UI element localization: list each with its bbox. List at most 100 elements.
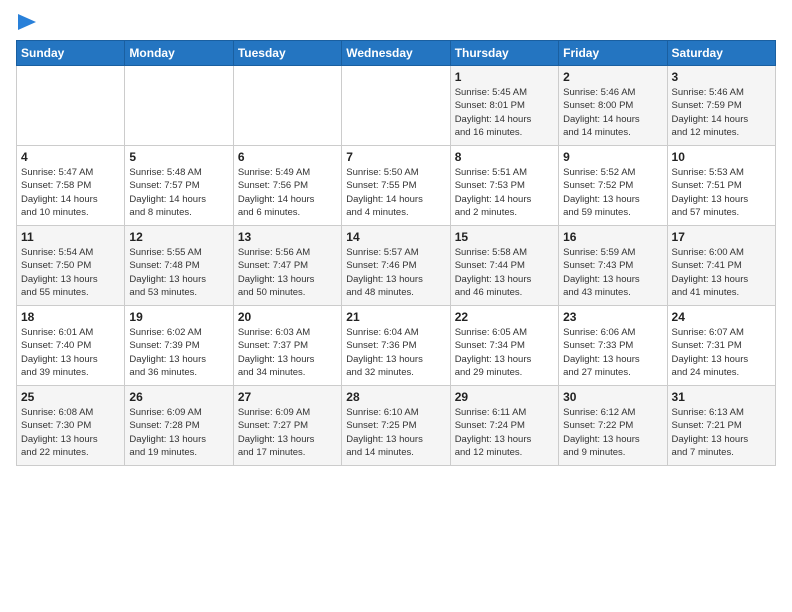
week-row-4: 25Sunrise: 6:08 AMSunset: 7:30 PMDayligh… — [17, 386, 776, 466]
day-info: Sunrise: 6:04 AMSunset: 7:36 PMDaylight:… — [346, 326, 445, 379]
calendar-cell: 28Sunrise: 6:10 AMSunset: 7:25 PMDayligh… — [342, 386, 450, 466]
day-info-line: Sunset: 7:22 PM — [563, 419, 662, 432]
calendar-cell: 19 Sunrise: 6:02 AMSunset: 7:39 PMDayligh… — [125, 306, 233, 386]
day-number: 22 — [455, 310, 554, 324]
day-number: 30 — [563, 390, 662, 404]
calendar-cell — [233, 66, 341, 146]
day-info-line: Sunrise: 6:10 AM — [346, 406, 445, 419]
calendar-cell — [125, 66, 233, 146]
calendar-cell: 26Sunrise: 6:09 AMSunset: 7:28 PMDayligh… — [125, 386, 233, 466]
calendar-cell: 6Sunrise: 5:49 AMSunset: 7:56 PMDaylight… — [233, 146, 341, 226]
day-number: 14 — [346, 230, 445, 244]
day-info: Sunrise: 5:54 AMSunset: 7:50 PMDaylight:… — [21, 246, 120, 299]
day-info-line: Sunrise: 6:01 AM — [21, 326, 120, 339]
day-info: Sunrise: 5:50 AMSunset: 7:55 PMDaylight:… — [346, 166, 445, 219]
day-info-line: Daylight: 13 hours — [346, 273, 445, 286]
day-info-line: and 22 minutes. — [21, 446, 120, 459]
weekday-header-thursday: Thursday — [450, 41, 558, 66]
day-info-line: Sunrise: 6:07 AM — [672, 326, 771, 339]
day-info: Sunrise: 6:12 AMSunset: 7:22 PMDaylight:… — [563, 406, 662, 459]
calendar-header: SundayMondayTuesdayWednesdayThursdayFrid… — [17, 41, 776, 66]
day-number: 29 — [455, 390, 554, 404]
day-info: Sunrise: 6:11 AMSunset: 7:24 PMDaylight:… — [455, 406, 554, 459]
calendar-cell: 17Sunrise: 6:00 AMSunset: 7:41 PMDayligh… — [667, 226, 775, 306]
day-number: 4 — [21, 150, 120, 164]
day-info-line: and 57 minutes. — [672, 206, 771, 219]
day-info-line: Daylight: 13 hours — [238, 433, 337, 446]
day-number: 24 — [672, 310, 771, 324]
day-info-line: Sunset: 7:40 PM — [21, 339, 120, 352]
day-info: Sunrise: 6:03 AMSunset: 7:37 PMDaylight:… — [238, 326, 337, 379]
calendar-cell: 21 Sunrise: 6:04 AMSunset: 7:36 PMDayligh… — [342, 306, 450, 386]
day-info-line: and 7 minutes. — [672, 446, 771, 459]
day-info-line: Sunrise: 5:56 AM — [238, 246, 337, 259]
day-info-line: and 24 minutes. — [672, 366, 771, 379]
day-info-line: Daylight: 13 hours — [346, 433, 445, 446]
day-info-line: and 46 minutes. — [455, 286, 554, 299]
day-info-line: Sunset: 7:24 PM — [455, 419, 554, 432]
day-number: 19 — [129, 310, 228, 324]
day-info-line: Daylight: 13 hours — [672, 353, 771, 366]
day-info-line: Sunset: 7:52 PM — [563, 179, 662, 192]
day-info-line: Sunset: 7:33 PM — [563, 339, 662, 352]
day-info-line: Daylight: 13 hours — [238, 353, 337, 366]
day-info-line: Sunset: 7:58 PM — [21, 179, 120, 192]
day-number: 8 — [455, 150, 554, 164]
day-info-line: Sunset: 7:43 PM — [563, 259, 662, 272]
day-number: 28 — [346, 390, 445, 404]
calendar-cell: 24 Sunrise: 6:07 AMSunset: 7:31 PMDayligh… — [667, 306, 775, 386]
day-info-line: and 4 minutes. — [346, 206, 445, 219]
day-info-line: Sunset: 7:51 PM — [672, 179, 771, 192]
day-info-line: Sunset: 7:44 PM — [455, 259, 554, 272]
page-container: SundayMondayTuesdayWednesdayThursdayFrid… — [0, 0, 792, 474]
day-info: Sunrise: 5:56 AMSunset: 7:47 PMDaylight:… — [238, 246, 337, 299]
day-info: Sunrise: 6:02 AMSunset: 7:39 PMDaylight:… — [129, 326, 228, 379]
day-info-line: Sunset: 7:55 PM — [346, 179, 445, 192]
day-info-line: and 39 minutes. — [21, 366, 120, 379]
calendar-cell: 8Sunrise: 5:51 AMSunset: 7:53 PMDaylight… — [450, 146, 558, 226]
day-number: 3 — [672, 70, 771, 84]
calendar-cell: 31Sunrise: 6:13 AMSunset: 7:21 PMDayligh… — [667, 386, 775, 466]
day-info: Sunrise: 5:47 AMSunset: 7:58 PMDaylight:… — [21, 166, 120, 219]
calendar-cell — [17, 66, 125, 146]
day-info-line: Daylight: 14 hours — [21, 193, 120, 206]
day-info-line: Sunset: 7:53 PM — [455, 179, 554, 192]
day-number: 2 — [563, 70, 662, 84]
day-info-line: Sunrise: 5:59 AM — [563, 246, 662, 259]
day-info-line: Daylight: 13 hours — [21, 353, 120, 366]
day-info-line: Sunset: 7:41 PM — [672, 259, 771, 272]
calendar-cell: 18Sunrise: 6:01 AMSunset: 7:40 PMDayligh… — [17, 306, 125, 386]
day-number: 21 — [346, 310, 445, 324]
week-row-3: 18Sunrise: 6:01 AMSunset: 7:40 PMDayligh… — [17, 306, 776, 386]
day-number: 25 — [21, 390, 120, 404]
day-info-line: Sunset: 7:46 PM — [346, 259, 445, 272]
day-info-line: Sunset: 7:31 PM — [672, 339, 771, 352]
day-info-line: and 50 minutes. — [238, 286, 337, 299]
day-number: 9 — [563, 150, 662, 164]
day-info-line: and 14 minutes. — [563, 126, 662, 139]
day-info-line: and 41 minutes. — [672, 286, 771, 299]
calendar-cell: 29 Sunrise: 6:11 AMSunset: 7:24 PMDayligh… — [450, 386, 558, 466]
day-info-line: Sunrise: 5:46 AM — [672, 86, 771, 99]
day-info-line: Daylight: 13 hours — [238, 273, 337, 286]
day-info-line: and 2 minutes. — [455, 206, 554, 219]
calendar-cell: 14Sunrise: 5:57 AMSunset: 7:46 PMDayligh… — [342, 226, 450, 306]
day-info: Sunrise: 5:49 AMSunset: 7:56 PMDaylight:… — [238, 166, 337, 219]
day-info-line: Sunrise: 5:46 AM — [563, 86, 662, 99]
weekday-header-saturday: Saturday — [667, 41, 775, 66]
day-info: Sunrise: 6:01 AMSunset: 7:40 PMDaylight:… — [21, 326, 120, 379]
day-info-line: Daylight: 13 hours — [455, 353, 554, 366]
day-info: Sunrise: 5:48 AMSunset: 7:57 PMDaylight:… — [129, 166, 228, 219]
day-info-line: Sunrise: 5:49 AM — [238, 166, 337, 179]
day-info-line: Sunrise: 5:47 AM — [21, 166, 120, 179]
day-info-line: Daylight: 13 hours — [672, 193, 771, 206]
day-info-line: Sunrise: 5:51 AM — [455, 166, 554, 179]
day-info-line: Sunset: 8:00 PM — [563, 99, 662, 112]
day-info-line: and 16 minutes. — [455, 126, 554, 139]
weekday-header-sunday: Sunday — [17, 41, 125, 66]
day-info-line: Daylight: 13 hours — [129, 433, 228, 446]
day-info-line: Daylight: 13 hours — [455, 273, 554, 286]
day-info-line: Sunset: 7:21 PM — [672, 419, 771, 432]
calendar-cell: 3Sunrise: 5:46 AMSunset: 7:59 PMDaylight… — [667, 66, 775, 146]
day-info-line: and 48 minutes. — [346, 286, 445, 299]
